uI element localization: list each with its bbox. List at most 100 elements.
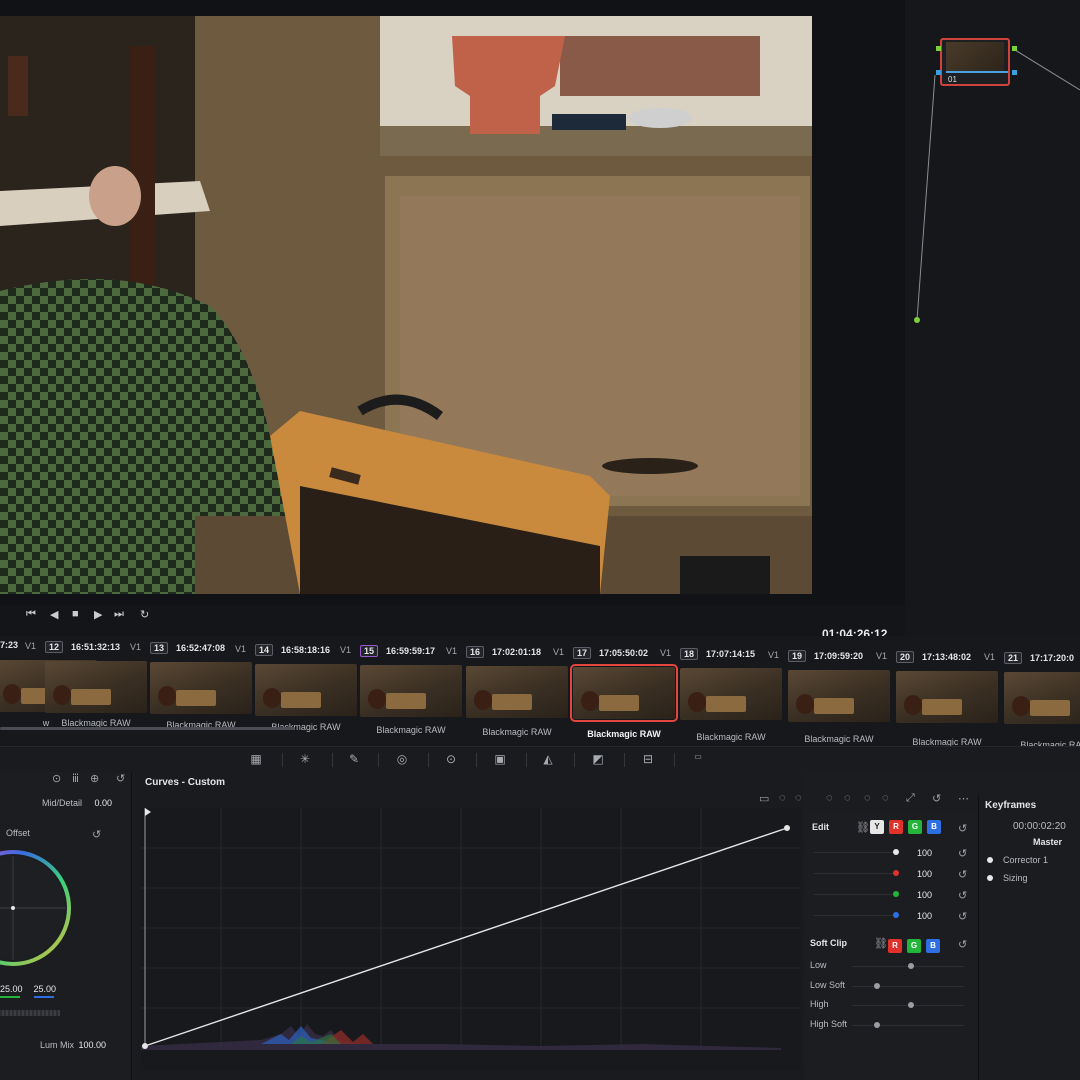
toolbar-divider: [282, 753, 283, 767]
mid-detail-value[interactable]: 0.00: [86, 798, 112, 808]
keyframe-track-corrector[interactable]: Corrector 1: [1003, 855, 1048, 865]
offset-right-underline: [34, 996, 54, 998]
keyframe-track-sizing[interactable]: Sizing: [1003, 873, 1028, 883]
hue-vs-sat-icon[interactable]: ◌: [795, 792, 802, 804]
curves-graph[interactable]: [141, 808, 801, 1070]
thumbnail-guitar-shape: [1012, 696, 1030, 716]
viewer-image[interactable]: [0, 16, 812, 594]
play-icon[interactable]: ▶: [94, 608, 102, 621]
channel-gain-value[interactable]: 100: [906, 911, 932, 921]
channel-slider-track[interactable]: [814, 894, 898, 895]
sat-vs-sat-icon[interactable]: ◌: [826, 792, 833, 804]
curves-palette-icon[interactable]: ▦: [248, 752, 264, 766]
node-key-output-port[interactable]: [1012, 70, 1017, 75]
hue-vs-hue-icon[interactable]: ◌: [779, 792, 786, 804]
color-warper-icon[interactable]: ✳: [297, 752, 313, 766]
clip-thumbnail-image: [896, 670, 998, 723]
soft-clip-slider-knob[interactable]: [874, 982, 881, 989]
more-options-icon[interactable]: ⋯: [958, 792, 969, 805]
clip-strip-scrollbar[interactable]: [0, 727, 295, 730]
log-wheel-icon[interactable]: ⊕: [90, 772, 99, 785]
offset-master-dial[interactable]: [0, 1010, 60, 1016]
channel-g-button[interactable]: G: [908, 820, 922, 834]
loop-icon[interactable]: ↻: [140, 608, 149, 621]
lum-vs-sat-icon[interactable]: ◌: [844, 792, 851, 804]
thumbnail-amp-shape: [922, 698, 962, 715]
softclip-b-button[interactable]: B: [926, 939, 940, 953]
reset-wheels-icon[interactable]: ↺: [116, 772, 125, 785]
soft-clip-slider-knob[interactable]: [908, 1002, 914, 1008]
clip-track-label: V1: [553, 647, 565, 658]
skip-to-start-icon[interactable]: ⏮: [26, 608, 36, 621]
stop-icon[interactable]: ■: [72, 608, 79, 620]
reset-channel-icon[interactable]: ↺: [958, 889, 967, 902]
clip-thumbnail-image: [570, 664, 678, 723]
magic-mask-icon[interactable]: ▣: [492, 752, 508, 766]
clip-track-label: V1: [340, 644, 352, 655]
channel-slider-track[interactable]: [814, 915, 898, 916]
thumbnail-amp-shape: [176, 690, 216, 707]
channel-gain-value[interactable]: 100: [906, 890, 932, 900]
soft-clip-slider-track[interactable]: [852, 985, 964, 987]
offset-value-left[interactable]: 25.00: [0, 984, 23, 994]
sat-vs-lum-icon[interactable]: ◌: [864, 792, 871, 804]
keyframe-enable-dot[interactable]: [987, 875, 993, 881]
clip-thumbnail-item[interactable]: V12117:17:20:0Blackmagic RAW: [984, 636, 1080, 750]
lum-mix-label: Lum Mix: [40, 1040, 75, 1050]
channel-slider-track[interactable]: [814, 873, 898, 874]
soft-clip-slider-knob[interactable]: [874, 1021, 881, 1028]
reset-edit-icon[interactable]: ↺: [958, 822, 967, 835]
softclip-r-button[interactable]: R: [888, 939, 902, 953]
node-input-port[interactable]: [936, 46, 941, 51]
softclip-g-button[interactable]: G: [907, 939, 921, 953]
thumbnail-amp-shape: [281, 691, 321, 708]
thumbnail-amp-shape: [1030, 700, 1070, 716]
primaries-icon[interactable]: ⊙: [52, 772, 61, 785]
tracker-icon[interactable]: ⊙: [443, 752, 459, 766]
channel-gain-value[interactable]: 100: [906, 869, 932, 879]
skip-to-end-icon[interactable]: ⏭: [114, 608, 124, 621]
soft-clip-slider-knob[interactable]: [908, 963, 914, 969]
reset-channel-icon[interactable]: ↺: [958, 847, 967, 860]
node-output-port[interactable]: [1012, 46, 1017, 51]
reset-softclip-icon[interactable]: ↺: [958, 938, 967, 951]
blur-icon[interactable]: ◭: [540, 752, 556, 766]
3d-icon[interactable]: ▭: [690, 752, 706, 766]
expand-icon[interactable]: ⤢: [906, 792, 915, 805]
curves-graph-icon[interactable]: ▭: [759, 792, 769, 805]
bars-icon[interactable]: ⅲ: [72, 772, 79, 785]
hue-vs-lum-icon[interactable]: ◌: [882, 792, 889, 804]
keyframe-enable-dot[interactable]: [987, 857, 993, 863]
window-icon[interactable]: ◎: [394, 752, 410, 766]
offset-color-wheel[interactable]: [0, 840, 132, 980]
clip-thumbnail-image: [45, 661, 147, 714]
thumbnail-guitar-shape: [3, 684, 21, 704]
thumbnail-guitar-shape: [796, 693, 814, 714]
qualifier-eyedropper-icon[interactable]: ✎: [346, 752, 362, 766]
channel-r-button[interactable]: R: [889, 820, 903, 834]
channel-gain-value[interactable]: 100: [906, 848, 932, 858]
thumbnail-amp-shape: [814, 697, 854, 714]
offset-value-right[interactable]: 25.00: [32, 984, 56, 994]
curves-edit-panel: Edit ⛓ Y R G B ↺ Soft Clip ⛓ R G B ↺ 100…: [806, 812, 976, 1080]
sizing-icon[interactable]: ⊟: [640, 752, 656, 766]
clip-thumbnail-image: [788, 669, 890, 722]
channel-slider-track[interactable]: [814, 852, 898, 853]
channel-b-button[interactable]: B: [927, 820, 941, 834]
link-softclip-icon[interactable]: ⛓: [874, 937, 888, 950]
lum-mix-value[interactable]: 100.00: [74, 1040, 106, 1050]
reset-channel-icon[interactable]: ↺: [958, 868, 967, 881]
clip-number: 17: [573, 647, 592, 660]
key-icon[interactable]: ◩: [590, 752, 606, 766]
node-key-input-port[interactable]: [936, 70, 941, 75]
soft-clip-slider-track[interactable]: [852, 1024, 964, 1026]
play-reverse-icon[interactable]: ◀: [50, 608, 58, 621]
corrector-node-01[interactable]: 01: [936, 38, 1017, 86]
reset-curves-icon[interactable]: ↺: [932, 792, 941, 805]
node-graph-panel[interactable]: [905, 0, 1080, 640]
link-channels-icon[interactable]: ⛓: [856, 821, 870, 834]
reset-channel-icon[interactable]: ↺: [958, 910, 967, 923]
clip-number: 19: [788, 649, 807, 662]
channel-y-button[interactable]: Y: [870, 820, 884, 834]
keyframes-master-track[interactable]: Master: [1033, 837, 1062, 847]
